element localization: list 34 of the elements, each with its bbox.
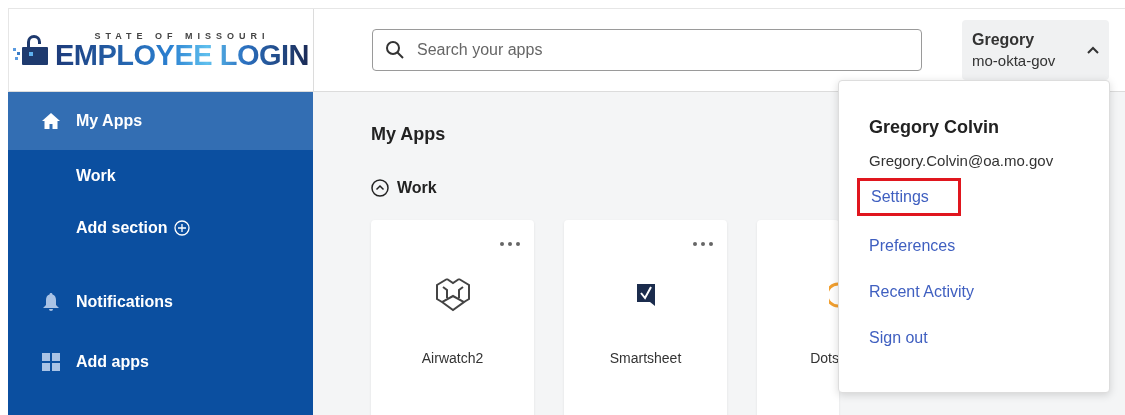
user-menu-button[interactable]: Gregory mo-okta-gov <box>962 20 1109 80</box>
padlock-logo-icon <box>13 35 51 65</box>
menu-link[interactable]: Recent Activity <box>869 276 974 308</box>
menu-link[interactable]: Preferences <box>869 230 956 262</box>
sidebar-item[interactable]: Add apps <box>8 336 313 388</box>
ring-logo-icon <box>829 282 839 308</box>
app-name: Airwatch2 <box>421 350 484 366</box>
logo-overline: STATE OF MISSOURI <box>94 30 270 41</box>
app-tile[interactable]: Smartsheet <box>564 220 727 415</box>
menu-link[interactable]: Sign out <box>869 322 928 354</box>
page-heading: My Apps <box>371 124 446 145</box>
more-icon[interactable] <box>500 242 520 246</box>
home-icon <box>42 113 60 129</box>
user-email: Gregory.Colvin@oa.mo.gov <box>869 152 1055 169</box>
app-name: Dots <box>810 350 839 366</box>
bell-icon <box>43 293 59 311</box>
menu-link[interactable]: Settings <box>857 178 961 216</box>
sidebar-item[interactable]: Add section <box>8 202 313 254</box>
user-full-name: Gregory Colvin <box>869 117 1001 138</box>
search-field[interactable]: Search your apps <box>372 29 922 71</box>
app-tile[interactable]: Airwatch2 <box>371 220 534 415</box>
plus-circle-icon <box>173 220 190 236</box>
sidebar-item[interactable]: Work <box>8 150 313 202</box>
app-tile[interactable]: Dots <box>757 220 839 415</box>
sidebar-item[interactable]: My Apps <box>8 92 313 150</box>
sidebar-item[interactable]: Notifications <box>8 276 313 328</box>
app-name: Smartsheet <box>609 350 682 366</box>
checkmark-logo-icon <box>636 284 655 306</box>
more-icon[interactable] <box>693 242 713 246</box>
section-heading: Work <box>397 179 437 197</box>
grid-icon <box>42 353 60 371</box>
chevron-icon <box>1087 46 1099 54</box>
search-icon <box>386 41 404 59</box>
collapse-circle-icon[interactable] <box>371 179 389 197</box>
